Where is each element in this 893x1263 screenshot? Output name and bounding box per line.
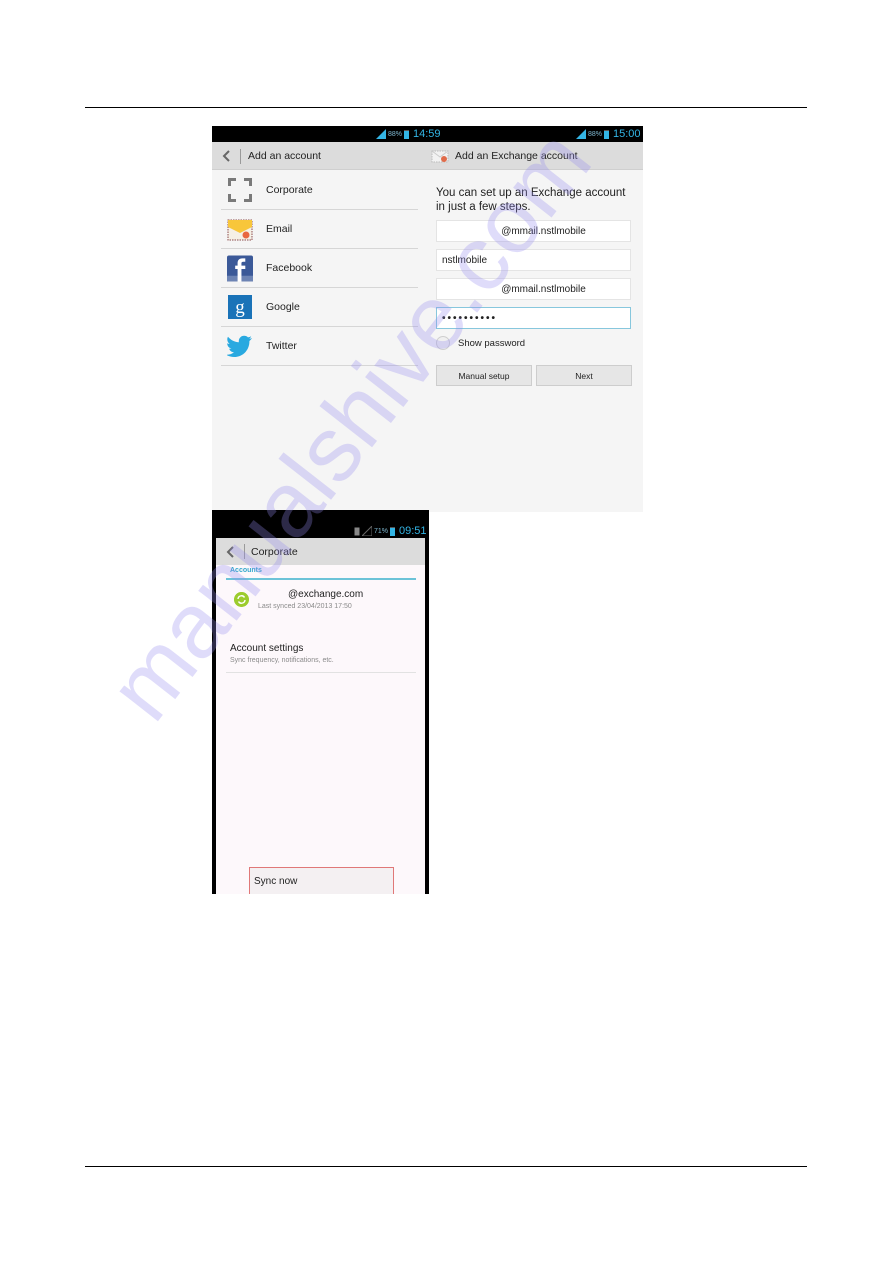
battery-percent: 88%	[588, 130, 603, 138]
status-indicators: 71% 09:51	[354, 524, 427, 538]
account-type-label: Google	[266, 301, 300, 313]
status-indicators-left: 88% 14:59	[376, 127, 441, 141]
exchange-account-item[interactable]: @exchange.com Last synced 23/04/2013 17:…	[228, 586, 418, 626]
account-settings-title: Account settings	[230, 643, 304, 654]
exchange-setup-form: You can set up an Exchange account in ju…	[436, 186, 633, 386]
action-bar: Corporate	[216, 538, 425, 565]
corporate-icon	[227, 177, 253, 203]
add-account-title: Add an account	[248, 150, 321, 162]
action-bar: Add an account Add an Exchange account	[212, 142, 643, 170]
exchange-mail-icon	[431, 150, 449, 163]
accounts-section-header: Accounts	[226, 567, 416, 580]
status-bar: 88% 14:59 88% 15:00	[212, 126, 643, 142]
account-type-label: Facebook	[266, 262, 313, 274]
facebook-icon	[227, 255, 253, 281]
account-type-label: Corporate	[266, 184, 313, 196]
setup-intro-text: You can set up an Exchange account in ju…	[436, 187, 626, 213]
clock: 14:59	[413, 128, 441, 140]
battery-icon	[604, 129, 610, 139]
show-password-toggle[interactable]: Show password	[436, 335, 633, 351]
corporate-account-screenshot: 71% 09:51 Corporate Accounts @exchange.c…	[212, 510, 429, 894]
account-settings-subtitle: Sync frequency, notifications, etc.	[230, 657, 334, 664]
show-password-label: Show password	[458, 337, 526, 349]
exchange-account-title: Add an Exchange account	[455, 150, 578, 162]
account-type-label: Email	[266, 223, 293, 235]
password-field[interactable]: ••••••••••	[436, 307, 631, 329]
account-email: @exchange.com	[288, 589, 364, 600]
account-settings-item[interactable]: Account settings Sync frequency, notific…	[226, 640, 416, 673]
action-bar-divider	[240, 149, 241, 164]
account-type-google[interactable]: g Google	[221, 288, 418, 327]
action-bar-divider	[244, 544, 245, 559]
account-type-corporate[interactable]: Corporate	[221, 171, 418, 210]
next-button[interactable]: Next	[536, 365, 632, 386]
manual-setup-button[interactable]: Manual setup	[436, 365, 532, 386]
corporate-title: Corporate	[251, 546, 298, 558]
clock: 09:51	[399, 525, 427, 537]
signal-icon	[576, 129, 586, 139]
battery-icon	[404, 129, 410, 139]
form-buttons: Manual setup Next	[436, 365, 633, 386]
svg-text:g: g	[235, 297, 245, 318]
battery-percent: 71%	[374, 527, 389, 535]
footer-rule	[85, 1166, 807, 1167]
header-rule	[85, 107, 807, 108]
google-icon: g	[227, 294, 253, 320]
back-arrow-icon[interactable]	[224, 544, 238, 560]
signal-icon	[376, 129, 386, 139]
domain-field[interactable]: @mmail.nstlmobile	[436, 278, 631, 300]
email-field[interactable]: @mmail.nstlmobile	[436, 220, 631, 242]
battery-percent: 88%	[388, 130, 403, 138]
email-icon	[227, 216, 253, 242]
twitter-icon	[227, 333, 253, 359]
account-type-twitter[interactable]: Twitter	[221, 327, 418, 366]
sim-icon	[354, 527, 360, 535]
show-password-checkbox[interactable]	[436, 336, 450, 350]
phone-screen: Corporate Accounts @exchange.com Last sy…	[216, 538, 425, 894]
sync-icon	[234, 592, 249, 607]
back-arrow-icon[interactable]	[220, 148, 234, 164]
username-field[interactable]: nstlmobile	[436, 249, 631, 271]
last-synced-text: Last synced 23/04/2013 17:50	[258, 603, 352, 610]
sync-now-menu-item[interactable]: Sync now	[249, 867, 394, 894]
clock: 15:00	[613, 128, 641, 140]
account-type-label: Twitter	[266, 340, 297, 352]
account-type-email[interactable]: Email	[221, 210, 418, 249]
status-indicators-right: 88% 15:00	[576, 127, 641, 141]
account-type-list: Corporate Email Facebook g Google Twitte…	[221, 171, 418, 366]
account-type-facebook[interactable]: Facebook	[221, 249, 418, 288]
battery-icon	[390, 526, 396, 536]
add-account-screenshot: 88% 14:59 88% 15:00 Add an account Add a…	[212, 126, 643, 512]
signal-icon	[362, 526, 372, 536]
